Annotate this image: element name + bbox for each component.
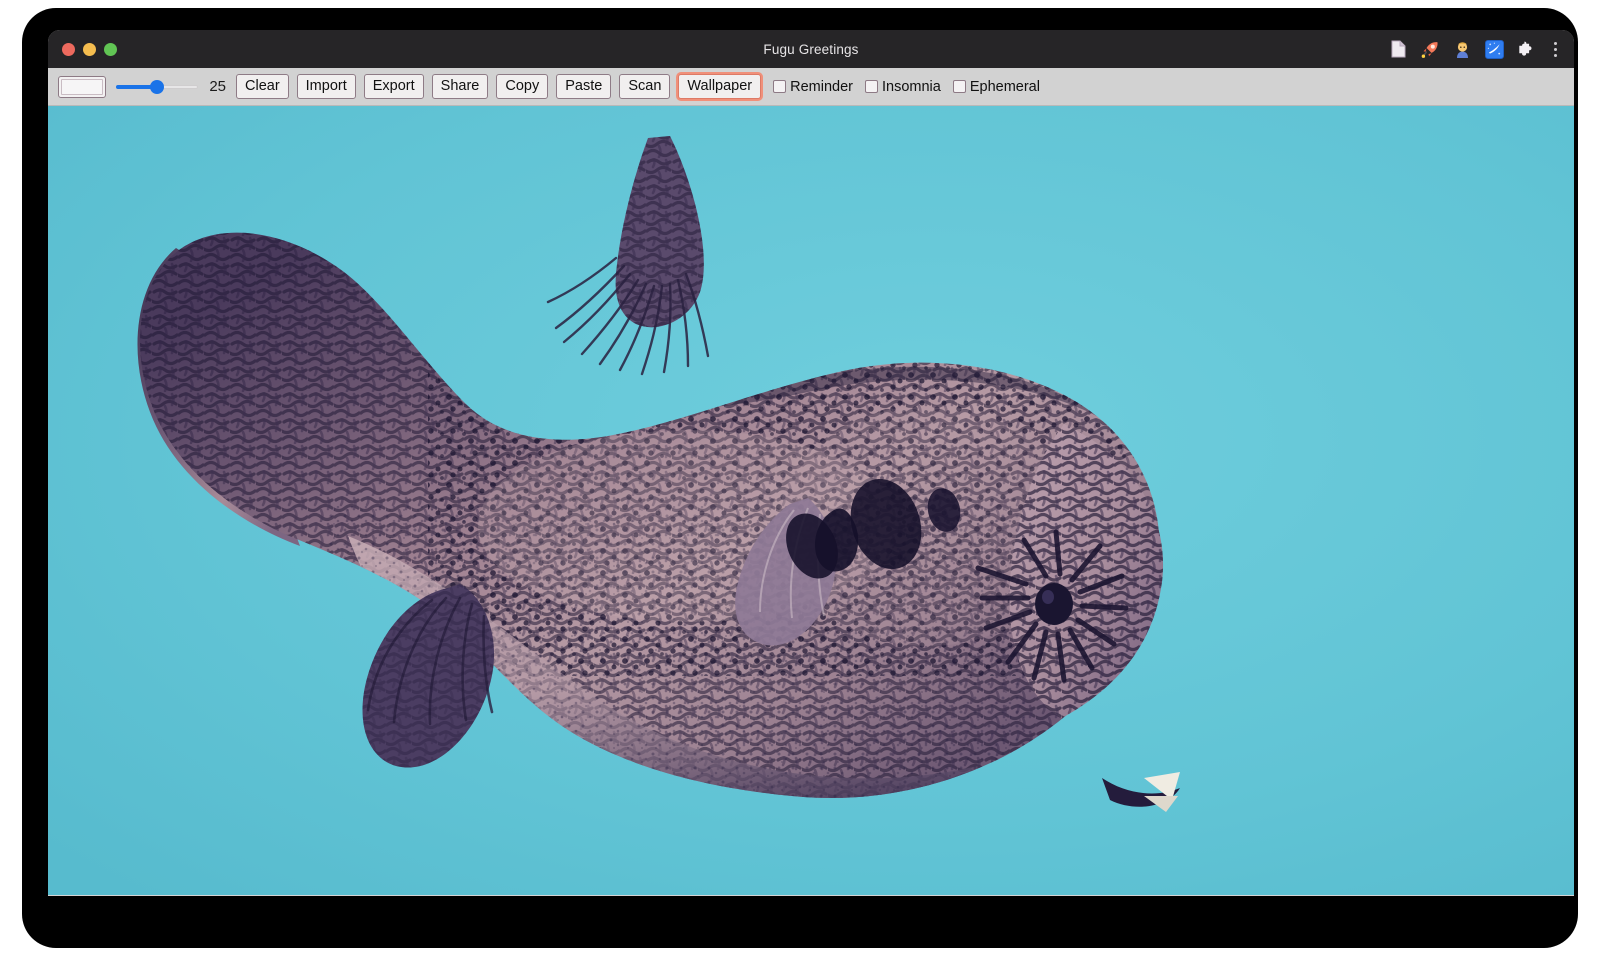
window-frame: Fugu Greetings — [22, 8, 1578, 948]
color-picker-swatch — [61, 79, 103, 95]
kebab-dot — [1554, 42, 1557, 45]
slider-value-label: 25 — [206, 78, 226, 95]
more-menu-icon[interactable] — [1548, 39, 1562, 60]
pufferfish-photo — [48, 106, 1574, 895]
magic-wand-extension-icon[interactable] — [1484, 39, 1505, 60]
screenshot-root: Fugu Greetings — [0, 0, 1600, 962]
ephemeral-checkbox[interactable] — [953, 80, 966, 93]
reminder-label: Reminder — [790, 79, 853, 95]
close-window-button[interactable] — [62, 43, 75, 56]
insomnia-checkbox[interactable] — [865, 80, 878, 93]
person-extension-icon[interactable] — [1452, 39, 1473, 60]
reminder-checkbox-item[interactable]: Reminder — [773, 79, 853, 95]
document-icon[interactable] — [1388, 39, 1409, 60]
insomnia-label: Insomnia — [882, 79, 941, 95]
window-title: Fugu Greetings — [48, 42, 1574, 57]
ephemeral-checkbox-item[interactable]: Ephemeral — [953, 79, 1040, 95]
rocket-extension-icon[interactable] — [1420, 39, 1441, 60]
clear-button[interactable]: Clear — [236, 74, 289, 99]
export-button[interactable]: Export — [364, 74, 424, 99]
drawing-canvas[interactable] — [48, 106, 1574, 895]
reminder-checkbox[interactable] — [773, 80, 786, 93]
traffic-lights — [62, 43, 117, 56]
app-toolbar: 25 Clear Import Export Share Copy Paste … — [48, 68, 1574, 106]
color-picker-input[interactable] — [58, 76, 106, 98]
kebab-dot — [1554, 54, 1557, 57]
kebab-dot — [1554, 48, 1557, 51]
import-button[interactable]: Import — [297, 74, 356, 99]
slider-thumb[interactable] — [150, 80, 164, 94]
title-bar: Fugu Greetings — [48, 30, 1574, 68]
share-button[interactable]: Share — [432, 74, 489, 99]
wallpaper-button[interactable]: Wallpaper — [678, 74, 761, 99]
insomnia-checkbox-item[interactable]: Insomnia — [865, 79, 941, 95]
copy-button[interactable]: Copy — [496, 74, 548, 99]
scan-button[interactable]: Scan — [619, 74, 670, 99]
titlebar-actions — [1388, 39, 1562, 60]
minimize-window-button[interactable] — [83, 43, 96, 56]
slider-fill — [116, 85, 155, 89]
browser-window: Fugu Greetings — [48, 30, 1574, 896]
eye-pupil — [1035, 583, 1073, 625]
extensions-puzzle-icon[interactable] — [1516, 39, 1537, 60]
ephemeral-label: Ephemeral — [970, 79, 1040, 95]
paste-button[interactable]: Paste — [556, 74, 611, 99]
size-slider[interactable] — [116, 78, 198, 96]
maximize-window-button[interactable] — [104, 43, 117, 56]
